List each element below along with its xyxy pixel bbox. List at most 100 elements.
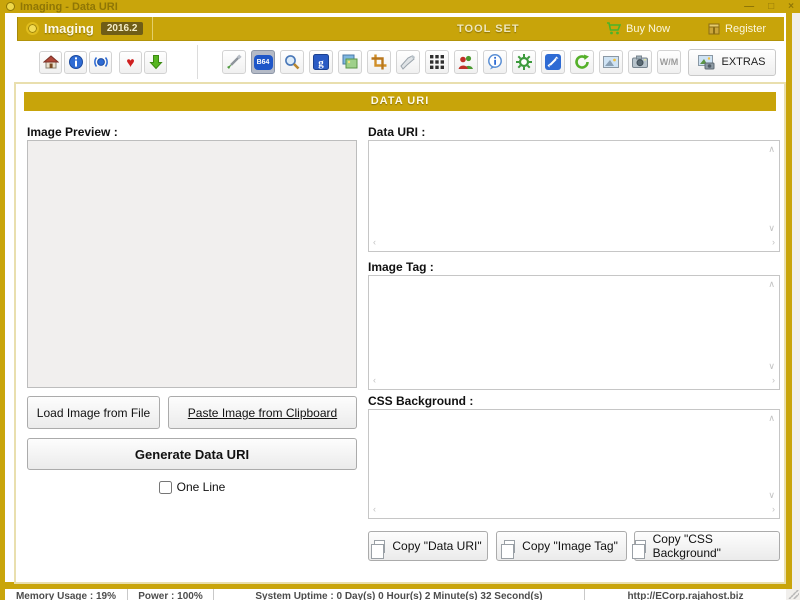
settings-gear-icon [516, 54, 532, 70]
home-button[interactable] [39, 50, 62, 74]
maximize-button[interactable]: □ [768, 1, 774, 12]
generate-data-uri-button[interactable]: Generate Data URI [27, 438, 357, 470]
gallery-icon [342, 54, 358, 69]
watermark-button[interactable]: W/M [657, 50, 681, 74]
crop-icon [371, 54, 387, 70]
copy-icon [501, 539, 516, 559]
color-picker-button[interactable] [222, 50, 246, 74]
copy-css-background-button[interactable]: Copy "CSS Background" [632, 531, 780, 561]
clean-button[interactable] [396, 50, 420, 74]
section-title: DATA URI [24, 92, 776, 111]
scroll-up-icon[interactable]: ∧ [768, 145, 775, 154]
toolbar: ♥ B64 g W/M EXTRAS [17, 44, 784, 80]
scroll-right-icon[interactable]: › [772, 376, 775, 385]
tooltip-info-button[interactable] [483, 50, 507, 74]
website-status: http://ECorp.rajahost.biz [627, 591, 744, 600]
data-uri-textbox[interactable]: ∧ ∨ ‹ › [368, 140, 780, 252]
pixel-grid-button[interactable] [425, 50, 449, 74]
refresh-icon [575, 54, 589, 69]
one-line-checkbox[interactable] [158, 480, 172, 494]
refresh-button[interactable] [570, 50, 594, 74]
copy-css-background-label: Copy "CSS Background" [652, 532, 721, 560]
version-badge: 2016.2 [100, 22, 144, 35]
clean-brush-icon [400, 55, 415, 70]
copy-icon [371, 539, 386, 559]
window-frame-left [0, 13, 5, 600]
extras-label: EXTRAS [721, 56, 766, 68]
sync-button[interactable] [89, 50, 112, 74]
register-button[interactable]: Register [708, 23, 766, 35]
scroll-down-icon[interactable]: ∨ [768, 362, 775, 371]
register-icon [708, 23, 720, 34]
toolbar-separator [197, 45, 198, 79]
about-info-icon [68, 55, 83, 69]
zoom-button[interactable] [280, 50, 304, 74]
css-background-label: CSS Background : [368, 394, 474, 408]
scroll-down-icon[interactable]: ∨ [768, 491, 775, 500]
scroll-right-icon[interactable]: › [772, 238, 775, 247]
logo-area: Imaging 2016.2 [17, 17, 153, 40]
window-title: Imaging - Data URI [20, 0, 118, 13]
users-button[interactable] [454, 50, 478, 74]
settings-button[interactable] [512, 50, 536, 74]
copy-image-tag-label: Copy "Image Tag" [522, 539, 618, 553]
title-bar: Imaging - Data URI — □ × [0, 0, 800, 13]
color-picker-icon [227, 54, 242, 69]
download-arrow-icon [148, 55, 163, 70]
copy-image-tag-button[interactable]: Copy "Image Tag" [495, 531, 627, 561]
buy-now-button[interactable]: Buy Now [606, 22, 670, 35]
register-label: Register [725, 22, 766, 35]
scroll-up-icon[interactable]: ∧ [768, 414, 775, 423]
brand-sun-icon [26, 22, 39, 35]
google-icon: g [313, 54, 329, 70]
users-icon [458, 55, 473, 69]
image-tag-textbox[interactable]: ∧ ∨ ‹ › [368, 275, 780, 390]
scroll-left-icon[interactable]: ‹ [373, 505, 376, 514]
close-button[interactable]: × [788, 1, 794, 12]
tooltip-info-icon [488, 54, 502, 70]
svg-text:g: g [318, 57, 324, 69]
base64-tool-button[interactable]: B64 [251, 50, 275, 74]
image-preview-box [27, 140, 357, 388]
watermark-icon: W/M [659, 57, 679, 67]
pixel-grid-icon [430, 55, 444, 69]
copy-data-uri-label: Copy "Data URI" [392, 539, 482, 553]
crop-button[interactable] [367, 50, 391, 74]
camera-button[interactable] [628, 50, 652, 74]
cart-icon [607, 22, 621, 35]
desktop-edge [792, 13, 800, 600]
scroll-down-icon[interactable]: ∨ [768, 224, 775, 233]
load-image-button[interactable]: Load Image from File [27, 396, 160, 429]
memory-usage-status: Memory Usage : 19% [5, 589, 128, 600]
minimize-button[interactable]: — [744, 1, 754, 12]
main-panel: DATA URI Image Preview : Load Image from… [14, 82, 786, 584]
scroll-right-icon[interactable]: › [772, 505, 775, 514]
copy-data-uri-button[interactable]: Copy "Data URI" [368, 531, 488, 561]
favorite-button[interactable]: ♥ [119, 50, 142, 74]
image-tag-label: Image Tag : [368, 260, 434, 274]
image-preview-label: Image Preview : [27, 125, 118, 139]
scroll-up-icon[interactable]: ∧ [768, 280, 775, 289]
about-button[interactable] [64, 50, 87, 74]
heart-icon: ♥ [126, 54, 135, 70]
power-status: Power : 100% [128, 589, 214, 600]
download-button[interactable] [144, 50, 167, 74]
paste-image-label: Paste Image from Clipboard [187, 405, 338, 420]
copy-icon [632, 539, 646, 559]
camera-icon [632, 55, 648, 68]
one-line-label[interactable]: One Line [177, 480, 226, 494]
resize-button[interactable] [541, 50, 565, 74]
buy-now-label: Buy Now [626, 22, 671, 35]
extras-button[interactable]: EXTRAS [688, 48, 776, 76]
generate-label: Generate Data URI [134, 446, 250, 462]
scroll-left-icon[interactable]: ‹ [373, 238, 376, 247]
paste-image-button[interactable]: Paste Image from Clipboard [168, 396, 357, 429]
picture-button[interactable] [599, 50, 623, 74]
gallery-button[interactable] [338, 50, 362, 74]
status-bar: Memory Usage : 19% Power : 100% System U… [5, 589, 786, 600]
uptime-status: System Uptime : 0 Day(s) 0 Hour(s) 2 Min… [214, 589, 585, 600]
resize-grip-icon[interactable] [788, 590, 799, 599]
css-background-textbox[interactable]: ∧ ∨ ‹ › [368, 409, 780, 519]
scroll-left-icon[interactable]: ‹ [373, 376, 376, 385]
google-search-button[interactable]: g [309, 50, 333, 74]
